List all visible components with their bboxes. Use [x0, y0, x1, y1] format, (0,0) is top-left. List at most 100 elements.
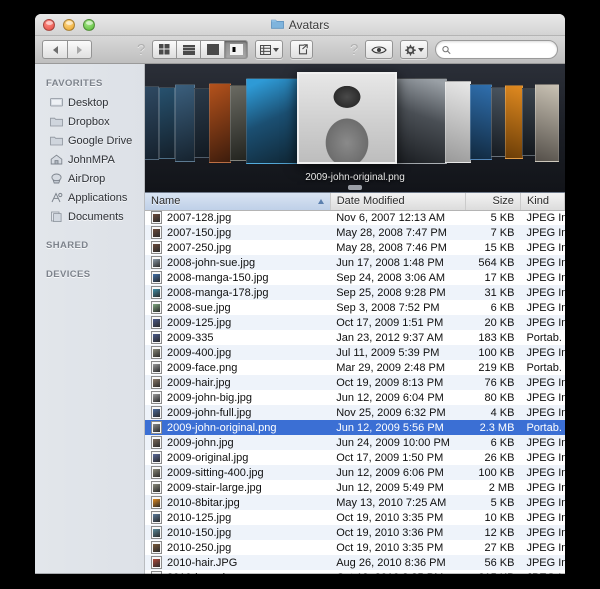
sidebar-item-documents[interactable]: Documents [35, 207, 144, 226]
sidebar-header-devices: DEVICES [46, 269, 91, 280]
cover-flow-thumb[interactable] [209, 83, 231, 163]
table-row[interactable]: 2009-400.jpg Jul 11, 2009 5:39 PM 100 KB JP… [145, 345, 565, 360]
icon-view-button[interactable] [152, 40, 177, 59]
sidebar: FAVORITES Desktop Dropbox Google Drive J… [35, 64, 145, 574]
table-row[interactable]: 2010-hair.JPG Aug 26, 2010 8:36 PM 56 KB JP… [145, 555, 565, 570]
cover-flow-thumb[interactable] [246, 78, 300, 164]
table-row[interactable]: 2009-stair-large.jpg Jun 12, 2009 5:49 PM… [145, 480, 565, 495]
cover-flow-thumb[interactable] [505, 85, 523, 159]
cover-flow-thumb[interactable] [194, 88, 210, 158]
cell-name: 2010-8bitar.jpg [145, 495, 330, 510]
arrange-button[interactable] [255, 40, 284, 59]
table-row[interactable]: 2009-335 Jan 23, 2012 9:37 AM 183 KB Portab… [145, 330, 565, 345]
coverflow-view-button[interactable] [224, 40, 249, 59]
search-input[interactable] [454, 43, 552, 56]
file-name-label: 2008-sue.jpg [167, 301, 231, 314]
sidebar-item-google-drive[interactable]: Google Drive [35, 131, 144, 150]
column-header-kind[interactable]: Kind [520, 193, 565, 211]
sidebar-item-applications[interactable]: Applications [35, 188, 144, 207]
table-row[interactable]: 2007-128.jpg Nov 6, 2007 12:13 AM 5 KB JPEG… [145, 210, 565, 225]
table-row[interactable]: 2009-john-original.png Jun 12, 2009 5:56 … [145, 420, 565, 435]
table-row[interactable]: 2010-250.jpg Oct 19, 2010 3:35 PM 27 KB JPE… [145, 540, 565, 555]
navigation-buttons [42, 40, 92, 59]
table-row[interactable]: 2009-john-big.jpg Jun 12, 2009 6:04 PM 80 … [145, 390, 565, 405]
cell-date-modified: Sep 24, 2008 3:06 AM [336, 271, 446, 284]
cover-flow-thumb[interactable] [522, 88, 536, 156]
column-view-button[interactable] [200, 40, 225, 59]
sidebar-item-airdrop[interactable]: AirDrop [35, 169, 144, 188]
share-button[interactable] [290, 40, 313, 59]
cell-kind: JPEG Im [526, 391, 564, 404]
sidebar-item-dropbox[interactable]: Dropbox [35, 112, 144, 131]
table-row[interactable]: 2009-125.jpg Oct 17, 2009 1:51 PM 20 KB JPE… [145, 315, 565, 330]
cover-flow-thumb[interactable] [535, 84, 559, 162]
list-view-button[interactable] [176, 40, 201, 59]
cell-name: 2009-face.png [145, 360, 330, 375]
table-row[interactable]: 2009-john.jpg Jun 24, 2009 10:00 PM 6 KB JP… [145, 435, 565, 450]
cell-kind: Portab. [526, 331, 562, 344]
cover-flow-thumb[interactable] [445, 81, 471, 163]
table-row[interactable]: 2008-sue.jpg Sep 3, 2008 7:52 PM 6 KB JPEG … [145, 300, 565, 315]
forward-button[interactable] [67, 40, 92, 59]
table-row[interactable]: 2008-manga-150.jpg Sep 24, 2008 3:06 AM 17… [145, 270, 565, 285]
search-field[interactable] [434, 40, 559, 59]
coverflow-scrubber[interactable] [348, 185, 362, 190]
table-row[interactable]: 2008-john-sue.jpg Jun 17, 2008 1:48 PM 564… [145, 255, 565, 270]
cell-size: 4 KB [490, 406, 515, 419]
file-name-label: 2010-250.jpg [167, 541, 232, 554]
file-thumbnail-icon [151, 286, 162, 299]
column-header-size[interactable]: Size [465, 193, 521, 211]
action-menu-button[interactable] [400, 40, 428, 59]
cover-flow-thumb[interactable] [159, 87, 175, 159]
cover-flow-thumb[interactable] [395, 78, 447, 164]
cell-date-modified: Oct 19, 2010 3:35 PM [336, 511, 444, 524]
file-name-label: 2008-manga-150.jpg [167, 271, 269, 284]
file-list-container[interactable]: Name Date Modified Size Kind 2007-128.jp… [145, 193, 565, 574]
cell-date-modified: Oct 17, 2009 1:51 PM [336, 316, 444, 329]
table-row[interactable]: 2009-hair.jpg Oct 19, 2009 8:13 PM 76 KB JP… [145, 375, 565, 390]
file-name-label: 2010-150.jpg [167, 526, 232, 539]
cover-flow-thumb[interactable] [491, 87, 506, 157]
table-row[interactable]: 2008-manga-178.jpg Sep 25, 2008 9:28 PM 31… [145, 285, 565, 300]
cell-size: 56 KB [484, 556, 515, 569]
window-title-block: Avatars [35, 14, 565, 36]
cell-kind: JPEG Im [526, 226, 564, 239]
sidebar-item-desktop[interactable]: Desktop [35, 93, 144, 112]
table-row[interactable]: 2010-150.jpg Oct 19, 2010 3:36 PM 12 KB JPE… [145, 525, 565, 540]
table-row[interactable]: 2009-sitting-400.jpg Jun 12, 2009 6:06 PM… [145, 465, 565, 480]
column-header-name[interactable]: Name [145, 193, 331, 211]
cell-date-modified: Oct 19, 2010 3:36 PM [336, 526, 444, 539]
cell-size: 2.3 MB [479, 421, 515, 434]
table-row[interactable]: 2007-250.jpg May 28, 2008 7:46 PM 15 KB JPE… [145, 240, 565, 255]
title-bar[interactable]: Avatars [35, 14, 565, 36]
quick-look-button[interactable] [365, 40, 394, 59]
cover-flow-thumb[interactable] [175, 84, 195, 162]
chevron-right-icon [77, 45, 82, 54]
cover-flow-thumb[interactable] [470, 84, 492, 160]
table-row[interactable]: 2007-150.jpg May 28, 2008 7:47 PM 7 KB JPEG… [145, 225, 565, 240]
cell-size: 12 KB [484, 526, 515, 539]
cell-kind: Portab. [526, 361, 562, 374]
cell-name: 2009-hair.jpg [145, 375, 330, 390]
file-thumbnail-icon [151, 526, 162, 539]
airdrop-icon [49, 172, 63, 185]
table-row[interactable]: 2009-original.jpg Oct 17, 2009 1:50 PM 26 … [145, 450, 565, 465]
table-row[interactable]: 2009-face.png Mar 29, 2009 2:48 PM 219 KB P… [145, 360, 565, 375]
column-header-date-modified[interactable]: Date Modified [330, 193, 466, 211]
file-thumbnail-icon [151, 316, 162, 329]
file-name-label: 2010-8bitar.jpg [167, 496, 240, 509]
file-thumbnail-icon [151, 376, 162, 389]
column-header-label: Date Modified [336, 195, 405, 208]
table-row[interactable]: 2009-john-full.jpg Nov 25, 2009 6:32 PM 4 … [145, 405, 565, 420]
file-thumbnail-icon [151, 541, 162, 554]
cover-flow-current-item[interactable] [297, 72, 397, 164]
file-list-header: Name Date Modified Size Kind [145, 193, 565, 211]
cell-date-modified: Sep 3, 2008 7:52 PM [336, 301, 440, 314]
cover-flow-thumb[interactable] [145, 86, 159, 160]
table-row[interactable]: 2010-125.jpg Oct 19, 2010 3:35 PM 10 KB JPE… [145, 510, 565, 525]
table-row[interactable]: 2010-8bitar.jpg May 13, 2010 7:25 AM 5 KB J… [145, 495, 565, 510]
back-button[interactable] [42, 40, 67, 59]
sidebar-item-johnmpa[interactable]: JohnMPA [35, 150, 144, 169]
cover-flow-panel[interactable]: 2009-john-original.png [145, 64, 565, 192]
file-name-label: 2009-sitting-400.jpg [167, 466, 264, 479]
